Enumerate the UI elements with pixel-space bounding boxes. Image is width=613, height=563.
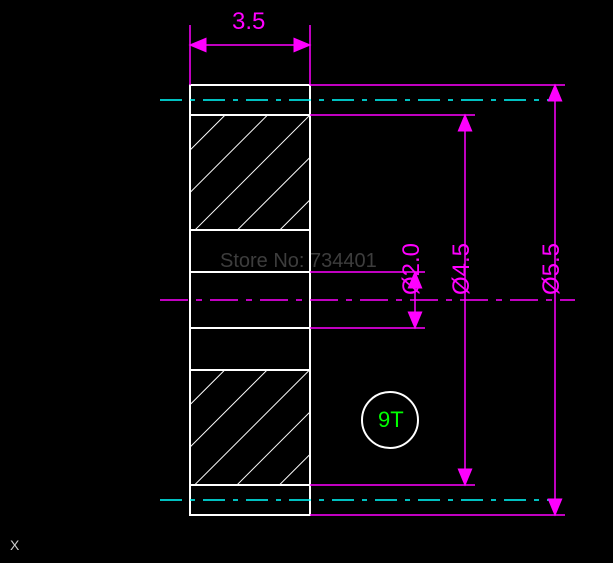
dim-width-label: 3.5 [232, 8, 265, 36]
hatch-upper [190, 115, 310, 230]
watermark-store: Store No: 734401 [220, 250, 377, 273]
dim-d55-label: Ø5.5 [538, 243, 566, 295]
dim-d2-label: Ø2.0 [398, 243, 426, 295]
hatch-lower [190, 370, 310, 485]
teeth-label: 9T [378, 407, 404, 433]
dim-d45-label: Ø4.5 [448, 243, 476, 295]
drawing-canvas [0, 0, 613, 563]
ucs-x-label: X [10, 537, 19, 553]
